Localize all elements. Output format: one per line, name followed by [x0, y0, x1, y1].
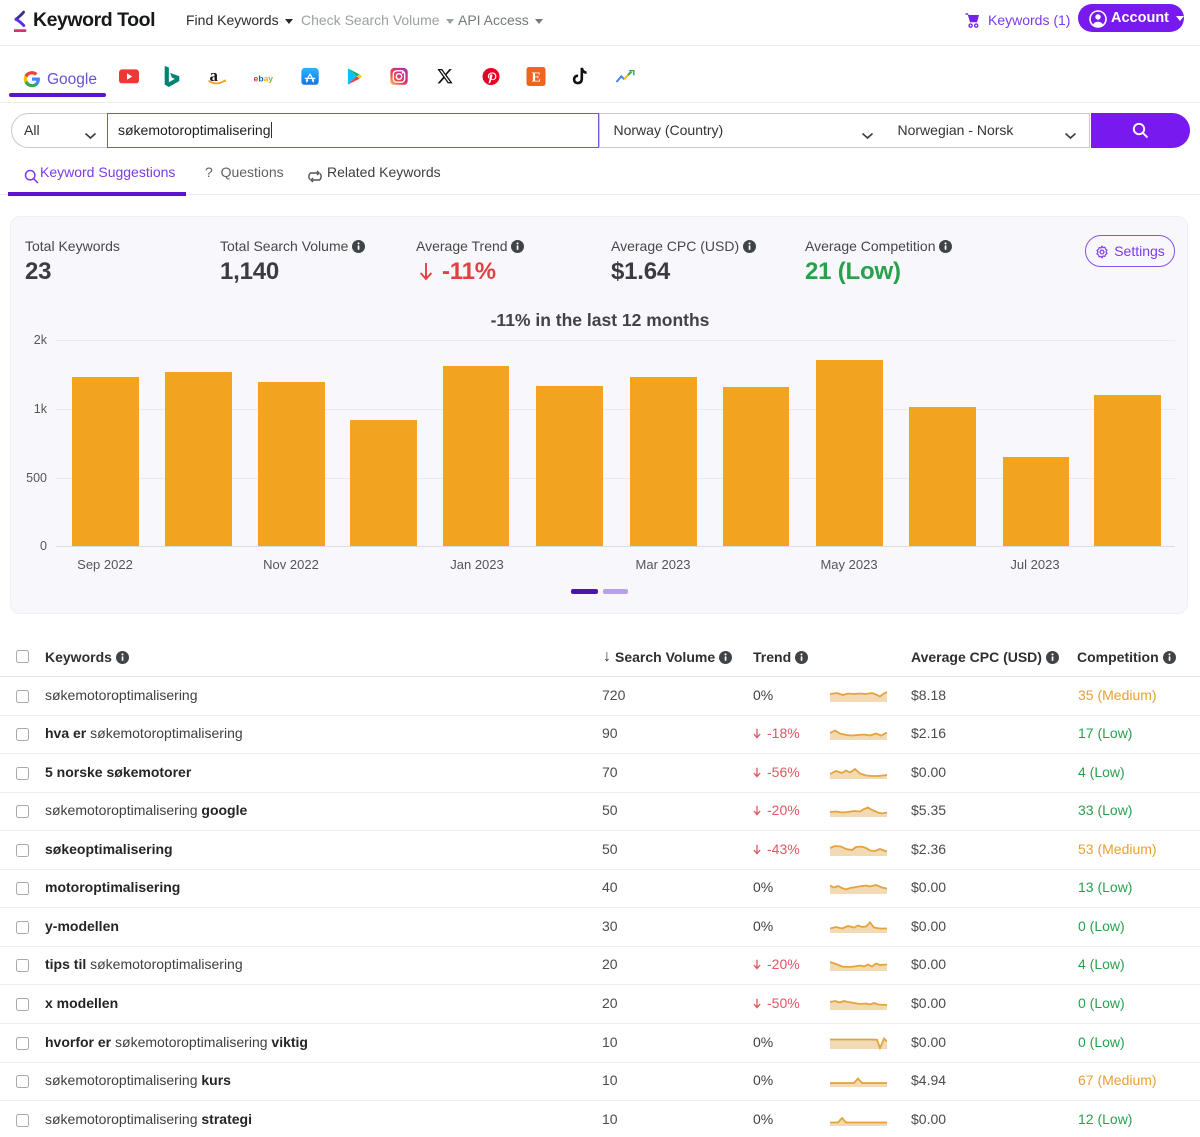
svg-text:E: E	[531, 70, 540, 85]
svg-text:y: y	[268, 74, 273, 83]
